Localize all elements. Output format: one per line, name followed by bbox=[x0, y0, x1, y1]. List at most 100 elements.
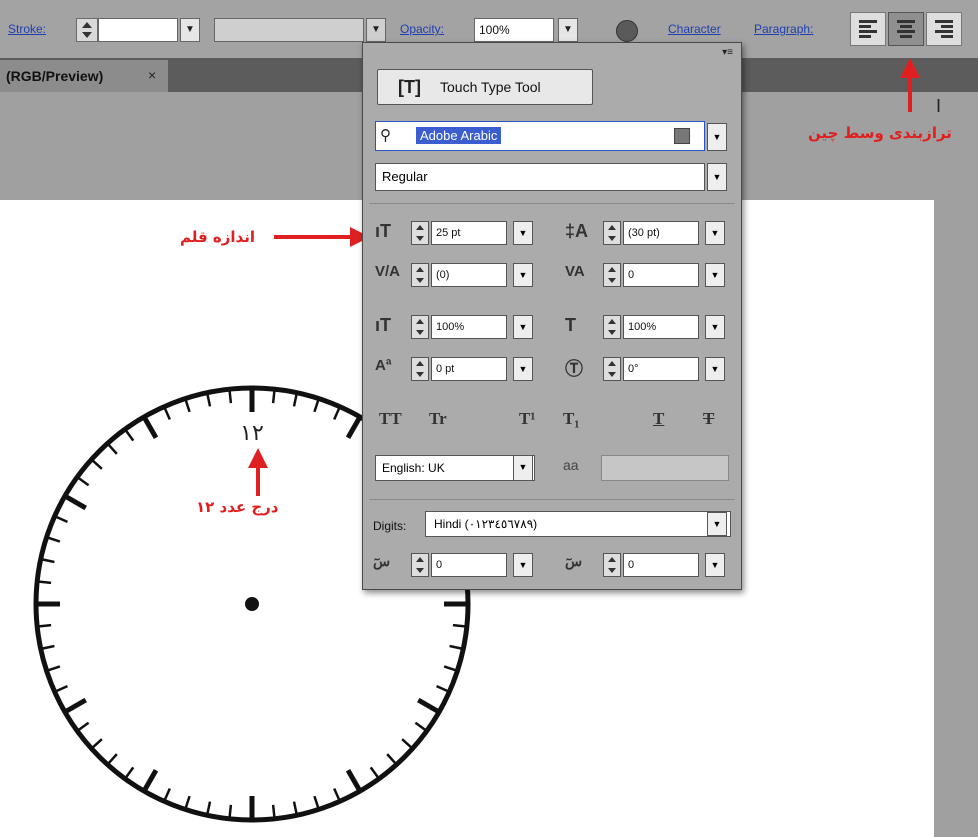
clock-minute-tick bbox=[92, 459, 103, 470]
clock-hour-tick bbox=[345, 769, 362, 791]
digits-dropdown[interactable]: ▼ bbox=[707, 512, 727, 536]
clock-minute-tick bbox=[125, 766, 135, 778]
clock-minute-tick bbox=[228, 391, 233, 404]
rotation-field[interactable]: 0° bbox=[623, 357, 699, 381]
digits-label: Digits: bbox=[373, 519, 407, 533]
all-caps-button[interactable]: TT bbox=[379, 409, 402, 429]
character-panel: ▾≡ [T] Touch Type Tool ⚲ Adobe Arabic ▼ … bbox=[362, 42, 742, 590]
clock-minute-tick bbox=[107, 444, 118, 455]
digits-field[interactable]: Hindi (٠١٢٣٤٥٦٧٨٩) bbox=[425, 511, 731, 537]
horizontal-scale-field[interactable]: 100% bbox=[623, 315, 699, 339]
baseline-shift-icon: Aª bbox=[375, 357, 392, 374]
clock-hour-tick bbox=[65, 494, 87, 511]
vertical-scale-dropdown[interactable]: ▼ bbox=[513, 315, 533, 339]
rotation-dropdown[interactable]: ▼ bbox=[705, 357, 725, 381]
anti-alias-field[interactable] bbox=[601, 455, 729, 481]
touch-type-label: Touch Type Tool bbox=[440, 79, 541, 95]
leading-icon: ‡A bbox=[565, 221, 589, 241]
font-family-value: Adobe Arabic bbox=[416, 127, 502, 144]
annotation-insert-number: درج عدد ١٢ bbox=[196, 498, 279, 516]
vertical-scale-field[interactable]: 100% bbox=[431, 315, 507, 339]
tracking-dropdown[interactable]: ▼ bbox=[705, 263, 725, 287]
arrow-center-align-head bbox=[900, 58, 920, 78]
clock-minute-tick bbox=[436, 685, 449, 693]
annotation-center-align: ترازبندی وسط چین bbox=[808, 124, 952, 142]
annotation-font-size: اندازه قلم bbox=[180, 228, 255, 246]
horizontal-scale-dropdown[interactable]: ▼ bbox=[705, 315, 725, 339]
touch-type-icon: [T] bbox=[398, 77, 421, 97]
horizontal-scale-icon: T bbox=[565, 315, 576, 335]
tracking-field[interactable]: 0 bbox=[623, 263, 699, 287]
kerning-field[interactable]: (0) bbox=[431, 263, 507, 287]
font-family-dropdown[interactable]: ▼ bbox=[707, 123, 727, 151]
small-caps-button[interactable]: Tr bbox=[429, 409, 447, 429]
clock-hour-tick bbox=[345, 417, 362, 439]
kerning-stepper[interactable] bbox=[411, 263, 429, 287]
arrow-insert-number-head bbox=[248, 448, 268, 468]
language-dropdown[interactable]: ▼ bbox=[513, 455, 533, 481]
font-family-field[interactable]: ⚲ Adobe Arabic bbox=[375, 121, 705, 151]
clock-hour-tick bbox=[142, 417, 159, 439]
font-size-dropdown[interactable]: ▼ bbox=[513, 221, 533, 245]
leading-stepper[interactable] bbox=[603, 221, 621, 245]
kashida-icon: سٓ bbox=[373, 553, 391, 569]
character-rotation-icon: Ⓣ bbox=[565, 359, 583, 379]
clock-minute-tick bbox=[78, 477, 90, 487]
baseline-shift-stepper[interactable] bbox=[411, 357, 429, 381]
touch-type-tool-button[interactable]: [T] Touch Type Tool bbox=[377, 69, 593, 105]
clock-minute-tick bbox=[55, 515, 68, 523]
clock-minute-tick bbox=[452, 623, 465, 628]
underline-button[interactable]: T bbox=[653, 409, 664, 429]
font-style-dropdown[interactable]: ▼ bbox=[707, 163, 727, 191]
kashida-stepper[interactable] bbox=[411, 553, 429, 577]
diacritic-dropdown[interactable]: ▼ bbox=[705, 553, 725, 577]
clock-minute-tick bbox=[163, 788, 171, 801]
tracking-stepper[interactable] bbox=[603, 263, 621, 287]
subscript-button[interactable]: T₁ bbox=[563, 409, 579, 429]
diacritic-field[interactable]: 0 bbox=[623, 553, 699, 577]
strikethrough-button[interactable]: T bbox=[703, 409, 714, 429]
language-field[interactable]: English: UK bbox=[375, 455, 535, 481]
clock-minute-tick bbox=[92, 738, 103, 749]
kashida-field[interactable]: 0 bbox=[431, 553, 507, 577]
kerning-icon: V/A bbox=[375, 263, 401, 280]
vertical-scale-stepper[interactable] bbox=[411, 315, 429, 339]
clock-hour-tick bbox=[65, 697, 87, 714]
kashida-dropdown[interactable]: ▼ bbox=[513, 553, 533, 577]
clock-minute-tick bbox=[386, 753, 397, 764]
clear-icon[interactable] bbox=[674, 128, 690, 144]
clock-minute-tick bbox=[125, 430, 135, 442]
clock-minute-tick bbox=[78, 721, 90, 731]
font-size-icon: ıT bbox=[375, 221, 391, 241]
font-size-stepper[interactable] bbox=[411, 221, 429, 245]
panel-menu-icon[interactable]: ▾≡ bbox=[722, 47, 733, 58]
kerning-dropdown[interactable]: ▼ bbox=[513, 263, 533, 287]
clock-hour-tick bbox=[417, 697, 439, 714]
leading-dropdown[interactable]: ▼ bbox=[705, 221, 725, 245]
clock-numeral-12: ١٢ bbox=[240, 421, 264, 446]
rotation-stepper[interactable] bbox=[603, 357, 621, 381]
divider bbox=[369, 499, 735, 500]
baseline-shift-field[interactable]: 0 pt bbox=[431, 357, 507, 381]
clock-minute-tick bbox=[414, 721, 426, 731]
clock-minute-tick bbox=[42, 558, 55, 564]
clock-minute-tick bbox=[449, 644, 462, 650]
diacritic-stepper[interactable] bbox=[603, 553, 621, 577]
clock-minute-tick bbox=[206, 801, 212, 814]
clock-minute-tick bbox=[228, 804, 233, 817]
baseline-shift-dropdown[interactable]: ▼ bbox=[513, 357, 533, 381]
clock-minute-tick bbox=[48, 665, 61, 672]
horizontal-scale-stepper[interactable] bbox=[603, 315, 621, 339]
clock-minute-tick bbox=[271, 804, 276, 817]
clock-minute-tick bbox=[369, 766, 379, 778]
clock-minute-tick bbox=[333, 788, 341, 801]
clock-minute-tick bbox=[55, 685, 68, 693]
font-size-field[interactable]: 25 pt bbox=[431, 221, 507, 245]
superscript-button[interactable]: T¹ bbox=[519, 409, 535, 429]
clock-minute-tick bbox=[401, 738, 412, 749]
clock-minute-tick bbox=[333, 407, 341, 420]
leading-field[interactable]: (30 pt) bbox=[623, 221, 699, 245]
clock-center-dot bbox=[245, 597, 259, 611]
clock-minute-tick bbox=[292, 801, 298, 814]
font-style-field[interactable]: Regular bbox=[375, 163, 705, 191]
